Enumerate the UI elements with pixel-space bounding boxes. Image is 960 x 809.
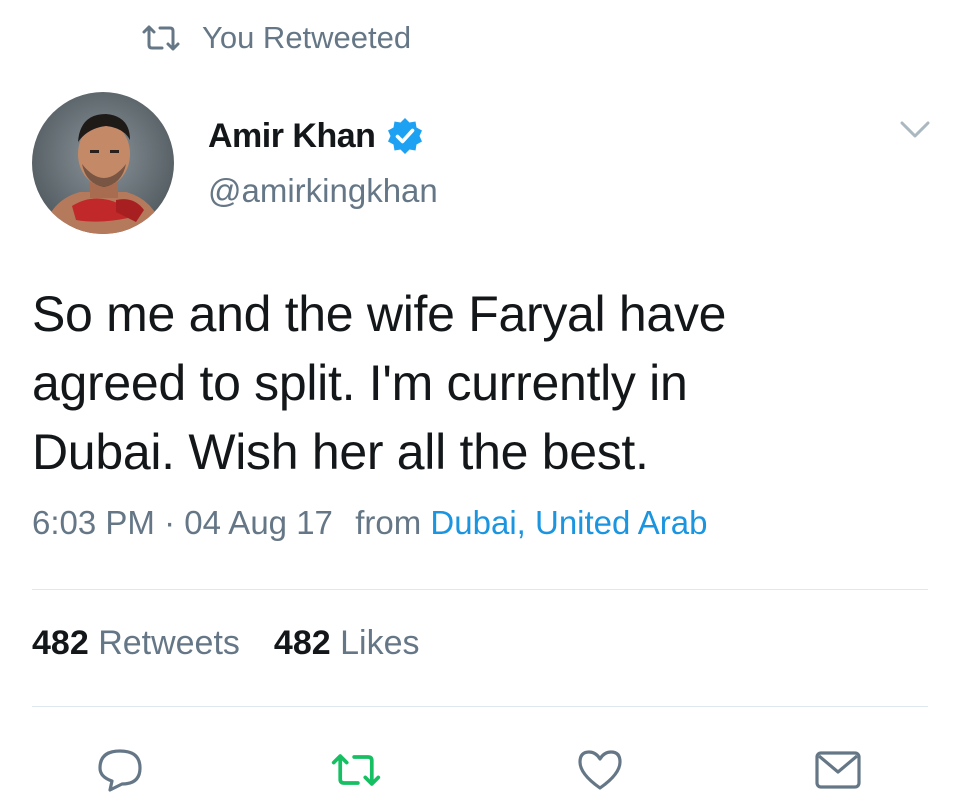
tweet-location-link[interactable]: Dubai, United Arab [430,504,707,541]
chevron-down-icon[interactable] [898,118,932,142]
retweet-context: You Retweeted [140,18,411,58]
direct-message-button[interactable] [812,746,864,794]
tweet-time[interactable]: 6:03 PM [32,504,155,541]
avatar[interactable] [32,92,174,234]
retweet-button[interactable] [330,746,382,794]
retweets-stat[interactable]: 482 Retweets [32,624,240,662]
author-name-row[interactable]: Amir Khan [208,114,425,158]
retweet-icon [142,25,180,51]
author-handle[interactable]: @amirkingkhan [208,172,438,210]
like-button[interactable] [574,746,626,794]
verified-badge-icon [388,118,423,154]
retweets-count: 482 [32,624,89,662]
from-label: from [355,504,422,541]
tweet-meta: 6:03 PM · 04 Aug 17 from Dubai, United A… [32,504,707,542]
heart-icon [578,750,622,790]
meta-separator: · [164,504,176,541]
divider [32,706,928,707]
author-display-name[interactable]: Amir Khan [208,117,376,156]
likes-stat[interactable]: 482 Likes [274,624,420,662]
reply-icon [98,749,142,792]
direct-message-icon [815,751,861,789]
tweet-date[interactable]: 04 Aug 17 [184,504,333,541]
reply-button[interactable] [94,746,146,794]
avatar-image [32,92,174,234]
likes-label: Likes [340,624,420,662]
tweet-text-line: Dubai. Wish her all the best. [32,424,649,480]
tweet-stats: 482 Retweets 482 Likes [32,624,419,663]
divider [32,589,928,590]
tweet-text: So me and the wife Faryal have agreed to… [32,280,912,487]
retweet-context-label: You Retweeted [202,20,412,55]
likes-count: 482 [273,624,331,662]
tweet-text-line: agreed to split. I'm currently in [32,355,688,411]
retweet-icon [331,754,381,786]
tweet-text-line: So me and the wife Faryal have [32,286,727,342]
retweets-label: Retweets [98,624,240,662]
